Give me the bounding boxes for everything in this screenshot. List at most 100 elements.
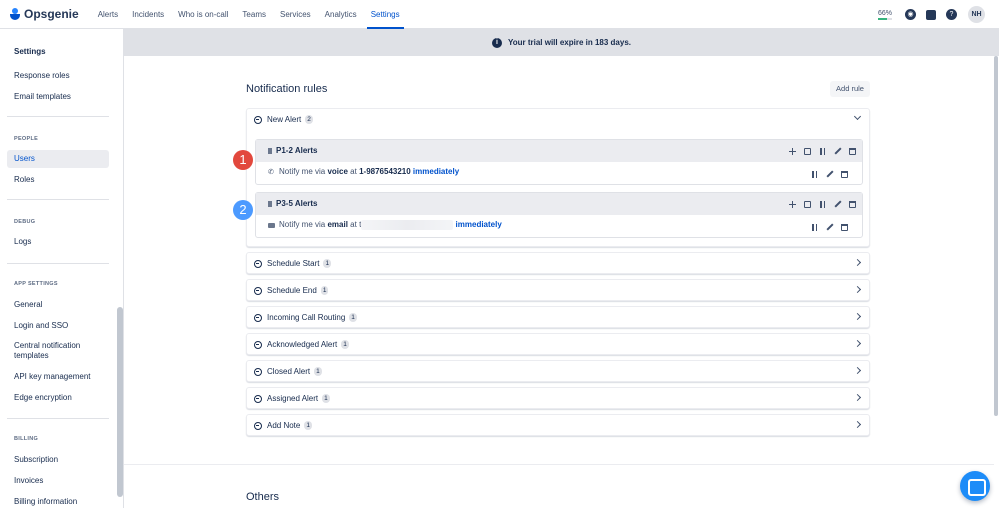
rule-row-acknowledged-alert[interactable]: Acknowledged Alert 1: [246, 333, 870, 355]
sidebar-item-invoices[interactable]: Invoices: [7, 472, 109, 490]
chat-icon[interactable]: [960, 471, 990, 501]
rule-name: Acknowledged Alert: [267, 340, 338, 349]
rule-row-schedule-end[interactable]: Schedule End 1: [246, 279, 870, 301]
sidebar-item-roles[interactable]: Roles: [7, 171, 109, 189]
subrule-header[interactable]: P1-2 Alerts: [256, 140, 862, 162]
step-marker-1: 1: [233, 150, 253, 170]
drag-handle-icon[interactable]: [268, 148, 272, 154]
notify-prefix: Notify me via: [279, 167, 326, 176]
toggle-circle-icon: [254, 341, 262, 349]
notify-at: at: [350, 167, 357, 176]
edit-icon[interactable]: [826, 224, 833, 231]
info-icon: i: [491, 37, 502, 48]
sidebar: Settings Response roles Email templates …: [0, 29, 124, 508]
rule-row-closed-alert[interactable]: Closed Alert 1: [246, 360, 870, 382]
chevron-right-icon[interactable]: [853, 366, 862, 375]
chevron-right-icon[interactable]: [853, 339, 862, 348]
help-icon[interactable]: ?: [946, 9, 957, 20]
sidebar-item-billing-information[interactable]: Billing information: [7, 493, 109, 508]
notifications-icon[interactable]: [926, 9, 936, 20]
rule-count-badge: 1: [320, 286, 329, 296]
delete-icon[interactable]: [841, 171, 848, 178]
chevron-right-icon[interactable]: [853, 312, 862, 321]
sidebar-item-login-and-sso[interactable]: Login and SSO: [7, 317, 109, 335]
trial-banner-text: Your trial will expire in 183 days.: [507, 38, 631, 47]
sidebar-title: Settings: [14, 47, 46, 56]
page-scrollbar[interactable]: [994, 56, 998, 416]
email-icon: [268, 223, 275, 228]
sidebar-item-general[interactable]: General: [7, 296, 109, 314]
redacted-email: [361, 219, 454, 230]
subrule-header[interactable]: P3-5 Alerts: [256, 193, 862, 215]
copy-icon[interactable]: [804, 148, 811, 155]
subrule-actions: [789, 201, 856, 208]
brand-name: Opsgenie: [24, 7, 79, 21]
compass-icon[interactable]: ◉: [905, 9, 916, 20]
notify-at: at: [350, 220, 357, 229]
sidebar-item-central-notification-templates[interactable]: Central notification templates: [7, 340, 109, 362]
delete-icon[interactable]: [849, 201, 856, 208]
rule-row-add-note[interactable]: Add Note 1: [246, 414, 870, 436]
nav-who-is-on-call[interactable]: Who is on-call: [171, 0, 235, 29]
pause-icon[interactable]: [811, 171, 818, 178]
delete-icon[interactable]: [841, 224, 848, 231]
rule-row-schedule-start[interactable]: Schedule Start 1: [246, 252, 870, 274]
add-rule-button[interactable]: Add rule: [830, 81, 870, 97]
sidebar-scrollbar[interactable]: [117, 307, 123, 497]
rule-name: Schedule End: [267, 286, 317, 295]
add-icon[interactable]: [789, 148, 796, 155]
sidebar-item-email-templates[interactable]: Email templates: [7, 88, 109, 106]
progress-bar: [877, 17, 892, 20]
opsgenie-logo[interactable]: Opsgenie: [10, 7, 79, 21]
chevron-right-icon[interactable]: [853, 285, 862, 294]
notify-when-link[interactable]: immediately: [456, 220, 502, 229]
pause-icon[interactable]: [811, 224, 818, 231]
rule-label: Acknowledged Alert 1: [267, 334, 349, 356]
toggle-circle-icon: [254, 260, 262, 268]
nav-teams[interactable]: Teams: [235, 0, 273, 29]
edit-icon[interactable]: [834, 201, 841, 208]
sidebar-divider: [7, 418, 109, 419]
sidebar-item-edge-encryption[interactable]: Edge encryption: [7, 389, 109, 407]
delete-icon[interactable]: [849, 148, 856, 155]
notify-method: voice: [327, 167, 348, 176]
rule-header-new-alert[interactable]: New Alert 2: [247, 109, 869, 131]
drag-handle-icon[interactable]: [268, 201, 272, 207]
pause-icon[interactable]: [819, 148, 826, 155]
avatar[interactable]: NH: [968, 6, 985, 23]
rule-count-badge: 1: [322, 394, 330, 404]
sidebar-item-logs[interactable]: Logs: [7, 233, 109, 251]
rule-card-new-alert: New Alert 2 P1-2 Alerts ✆ Notify me via v…: [246, 108, 870, 247]
rule-label: New Alert 2: [267, 109, 313, 131]
chevron-down-icon[interactable]: [853, 112, 862, 121]
chevron-right-icon[interactable]: [853, 258, 862, 267]
sidebar-item-users[interactable]: Users: [7, 150, 109, 168]
toggle-circle-icon: [254, 116, 262, 124]
add-icon[interactable]: [789, 201, 796, 208]
toggle-circle-icon: [254, 287, 262, 295]
rule-row-assigned-alert[interactable]: Assigned Alert 1: [246, 387, 870, 409]
nav-alerts[interactable]: Alerts: [91, 0, 125, 29]
nav-analytics[interactable]: Analytics: [318, 0, 364, 29]
nav-incidents[interactable]: Incidents: [125, 0, 171, 29]
rule-count-badge: 1: [323, 259, 332, 269]
pause-icon[interactable]: [819, 201, 826, 208]
sidebar-divider: [7, 199, 109, 200]
edit-icon[interactable]: [826, 171, 833, 178]
copy-icon[interactable]: [804, 201, 811, 208]
sidebar-item-subscription[interactable]: Subscription: [7, 451, 109, 469]
nav-services[interactable]: Services: [273, 0, 318, 29]
onboarding-progress[interactable]: 66%: [877, 10, 892, 20]
page-title: Notification rules: [246, 83, 328, 95]
sidebar-item-api-key-management[interactable]: API key management: [7, 368, 109, 386]
progress-fill: [877, 17, 888, 20]
sidebar-item-response-roles[interactable]: Response roles: [7, 67, 109, 85]
chevron-right-icon[interactable]: [853, 393, 862, 402]
chevron-right-icon[interactable]: [853, 420, 862, 429]
rule-row-incoming-call-routing[interactable]: Incoming Call Routing 1: [246, 306, 870, 328]
nav-settings[interactable]: Settings: [364, 0, 407, 29]
edit-icon[interactable]: [834, 148, 841, 155]
rule-label: Add Note 1: [267, 415, 312, 437]
notify-when-link[interactable]: immediately: [413, 167, 459, 176]
sidebar-header-app-settings: APP SETTINGS: [14, 281, 58, 287]
